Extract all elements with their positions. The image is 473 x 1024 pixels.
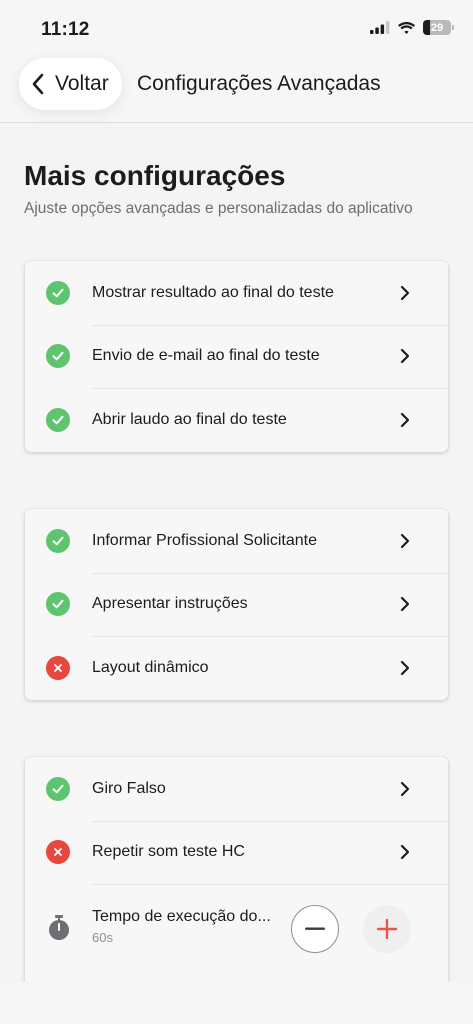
battery-icon: 29 [423, 20, 454, 35]
status-bar: 11:12 29 [0, 0, 473, 56]
cellular-signal-icon [370, 21, 390, 34]
setting-row-false-rotation[interactable]: Giro Falso [25, 757, 448, 821]
check-icon [46, 592, 70, 617]
setting-row-send-email[interactable]: Envio de e-mail ao final do teste [25, 324, 448, 389]
setting-label: Mostrar resultado ao final do teste [92, 283, 334, 301]
setting-label: Layout dinâmico [92, 658, 209, 676]
setting-label: Informar Profissional Solicitante [92, 531, 317, 549]
settings-card-3: Giro Falso Repetir som teste HC Tempo de… [25, 757, 448, 997]
settings-card-1: Mostrar resultado ao final do teste Envi… [25, 261, 448, 452]
setting-row-requesting-professional[interactable]: Informar Profissional Solicitante [25, 509, 448, 573]
setting-row-show-instructions[interactable]: Apresentar instruções [25, 572, 448, 637]
chevron-right-icon [400, 660, 410, 675]
chevron-right-icon [400, 349, 410, 364]
setting-row-dynamic-layout[interactable]: Layout dinâmico [25, 636, 448, 700]
battery-level: 29 [430, 21, 444, 34]
check-icon [46, 280, 70, 305]
x-icon [46, 840, 70, 865]
status-time: 11:12 [41, 19, 90, 40]
decrease-button[interactable] [291, 905, 339, 953]
chevron-right-icon [400, 533, 410, 548]
setting-row-execution-time: Tempo de execução do... 60s [25, 884, 448, 972]
minus-icon [305, 927, 325, 930]
page-title: Mais configurações [24, 160, 286, 191]
nav-header: Voltar Configurações Avançadas [0, 56, 473, 123]
setting-row-show-result[interactable]: Mostrar resultado ao final do teste [25, 261, 448, 325]
x-icon [46, 655, 70, 680]
check-icon [46, 528, 70, 553]
check-icon [46, 344, 70, 369]
stepper-value: 60s [92, 930, 113, 945]
chevron-left-icon [32, 73, 44, 95]
setting-label: Giro Falso [92, 779, 166, 797]
setting-label: Apresentar instruções [92, 595, 248, 613]
status-icons: 29 [370, 20, 454, 35]
setting-row-repeat-hc-sound[interactable]: Repetir som teste HC [25, 820, 448, 885]
chevron-right-icon [400, 781, 410, 796]
back-label: Voltar [55, 72, 109, 95]
wifi-icon [398, 21, 415, 34]
setting-label: Envio de e-mail ao final do teste [92, 347, 320, 365]
timer-icon [49, 915, 69, 940]
back-button[interactable]: Voltar [19, 58, 122, 110]
chevron-right-icon [400, 285, 410, 300]
bottom-overlay [0, 982, 473, 1024]
increase-button[interactable] [363, 905, 411, 953]
setting-label: Repetir som teste HC [92, 843, 245, 861]
chevron-right-icon [400, 597, 410, 612]
check-icon [46, 776, 70, 801]
settings-card-2: Informar Profissional Solicitante Aprese… [25, 509, 448, 700]
setting-label: Abrir laudo ao final do teste [92, 410, 287, 428]
setting-row-open-report[interactable]: Abrir laudo ao final do teste [25, 388, 448, 452]
stepper-label: Tempo de execução do... [92, 908, 271, 925]
chevron-right-icon [400, 412, 410, 427]
page-subtitle: Ajuste opções avançadas e personalizadas… [24, 200, 413, 217]
header-title: Configurações Avançadas [137, 72, 381, 95]
plus-icon [377, 919, 397, 939]
check-icon [46, 407, 70, 432]
chevron-right-icon [400, 845, 410, 860]
